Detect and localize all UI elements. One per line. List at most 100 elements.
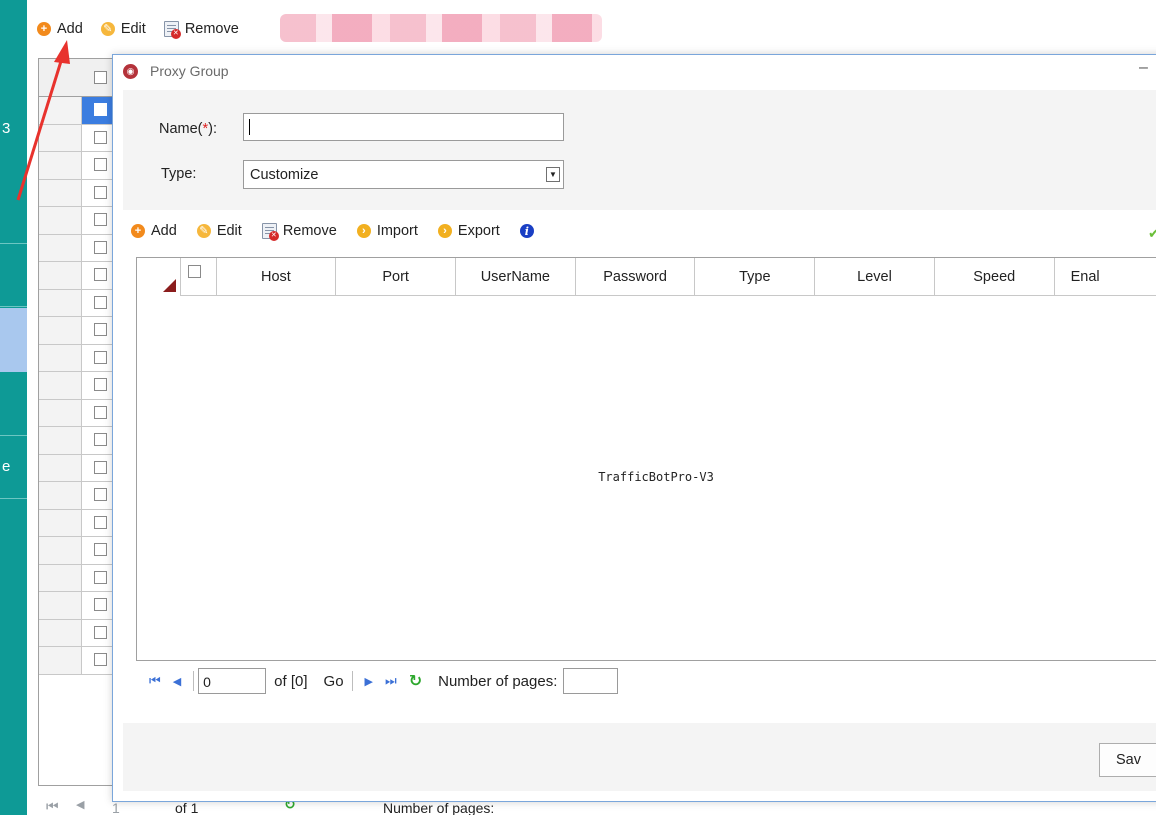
dialog-add-button[interactable]: + Add [131, 223, 177, 239]
prev-page-icon[interactable]: ◀ [76, 798, 84, 811]
type-select-value: Customize [250, 167, 319, 183]
row-checkbox[interactable] [94, 295, 107, 309]
row-header [39, 592, 82, 619]
page-input[interactable]: 1 [112, 800, 120, 815]
dialog-pager: ⏮ ◀ 0 of [0] Go ▶ ⏭ ↻ Number of pages: [149, 667, 619, 695]
row-checkbox[interactable] [94, 130, 107, 144]
row-header [39, 344, 82, 371]
row-header [39, 454, 82, 481]
row-checkbox[interactable] [94, 433, 107, 446]
row-header [39, 207, 82, 234]
sidebar-item-active[interactable] [0, 308, 27, 372]
edit-button[interactable]: ✎ Edit [100, 21, 146, 37]
row-checkbox[interactable] [94, 323, 107, 336]
row-header [39, 647, 82, 674]
column-header-type[interactable]: Type [695, 258, 816, 296]
row-checkbox[interactable] [94, 570, 107, 584]
page-number-input[interactable]: 0 [198, 668, 267, 694]
dialog-title: Proxy Group [150, 63, 229, 79]
info-icon: i [519, 224, 534, 238]
first-page-icon[interactable]: ⏮ [149, 673, 161, 689]
last-page-icon[interactable]: ⏭ [385, 673, 397, 689]
dialog-edit-label: Edit [216, 223, 242, 239]
next-page-icon[interactable]: ▶ [365, 675, 373, 688]
sidebar-divider [0, 243, 27, 244]
column-header-host[interactable]: Host [217, 258, 337, 296]
sidebar-text-fragment: 3 [2, 120, 11, 137]
select-all-checkbox[interactable] [188, 265, 202, 278]
row-checkbox[interactable] [94, 213, 107, 226]
chevron-down-icon[interactable]: ▼ [546, 167, 560, 182]
row-checkbox[interactable] [94, 460, 107, 474]
column-header-password[interactable]: Password [576, 258, 696, 296]
dialog-export-button[interactable]: › Export [437, 223, 500, 239]
row-checkbox[interactable] [94, 515, 107, 529]
row-checkbox[interactable] [94, 185, 107, 199]
row-header [39, 234, 82, 261]
grid-corner [137, 258, 182, 296]
app-window: 3 e + Add ✎ Edit Remove ⏮ ◀ 1 of 1 [0, 0, 1156, 815]
row-header [39, 537, 82, 564]
dialog-remove-label: Remove [282, 223, 337, 239]
minimize-button[interactable]: – [1139, 59, 1148, 77]
select-all-checkbox[interactable] [94, 71, 107, 84]
check-icon[interactable]: ✔ [1148, 225, 1156, 242]
name-label: Name(*): [159, 121, 218, 137]
row-header [39, 179, 82, 206]
row-checkbox[interactable] [94, 543, 107, 556]
sidebar-text-fragment: e [2, 458, 11, 475]
remove-label: Remove [184, 21, 239, 37]
go-button[interactable]: Go [324, 673, 344, 690]
remove-icon [163, 21, 181, 39]
dialog-footer [123, 723, 1156, 791]
row-checkbox[interactable] [94, 653, 107, 666]
select-all-cell [181, 258, 217, 296]
remove-icon [261, 223, 279, 241]
page-of-label: of 1 [175, 800, 199, 815]
row-checkbox[interactable] [94, 405, 107, 419]
redacted-area [280, 14, 602, 42]
row-checkbox[interactable] [94, 625, 107, 639]
dialog-export-label: Export [457, 223, 500, 239]
first-page-icon[interactable]: ⏮ [46, 798, 59, 815]
main-toolbar: + Add ✎ Edit Remove [37, 17, 257, 41]
refresh-icon[interactable]: ↻ [409, 671, 422, 691]
dialog-remove-button[interactable]: Remove [261, 223, 337, 241]
pages-input[interactable] [563, 668, 619, 694]
import-icon: › [356, 224, 371, 238]
background-pager: ⏮ ◀ 1 of 1 ↻ Number of pages: [38, 796, 738, 815]
sidebar-divider [0, 498, 27, 499]
dialog-edit-button[interactable]: ✎ Edit [196, 223, 242, 239]
column-header-enabled[interactable]: Enal [1055, 258, 1156, 296]
dialog-info-button[interactable]: i [519, 224, 534, 238]
add-label: Add [57, 21, 83, 37]
row-header [39, 317, 82, 344]
name-input[interactable] [243, 113, 564, 141]
add-button[interactable]: + Add [37, 21, 83, 37]
row-checkbox[interactable] [94, 598, 107, 611]
form-panel [123, 90, 1156, 210]
sidebar-divider [0, 306, 27, 307]
save-button[interactable]: Sav [1099, 743, 1156, 777]
row-checkbox[interactable] [94, 103, 107, 116]
column-header-username[interactable]: UserName [456, 258, 576, 296]
dialog-toolbar: + Add ✎ Edit Remove › Import › Export i [131, 219, 554, 243]
row-checkbox[interactable] [94, 378, 107, 391]
pager-divider [351, 671, 353, 691]
column-header-level[interactable]: Level [815, 258, 935, 296]
column-header-port[interactable]: Port [336, 258, 456, 296]
row-checkbox[interactable] [94, 488, 107, 501]
row-header [39, 97, 82, 124]
type-select[interactable]: Customize ▼ [243, 160, 564, 189]
row-checkbox[interactable] [94, 350, 107, 364]
dialog-titlebar[interactable]: ◉ Proxy Group – [113, 55, 1156, 87]
row-checkbox[interactable] [94, 240, 107, 254]
row-checkbox[interactable] [94, 268, 107, 281]
row-header [39, 372, 82, 399]
prev-page-icon[interactable]: ◀ [173, 675, 181, 688]
column-header-speed[interactable]: Speed [935, 258, 1055, 296]
remove-button[interactable]: Remove [163, 21, 239, 39]
row-checkbox[interactable] [94, 158, 107, 171]
sidebar-divider [0, 435, 27, 436]
dialog-import-button[interactable]: › Import [356, 223, 418, 239]
